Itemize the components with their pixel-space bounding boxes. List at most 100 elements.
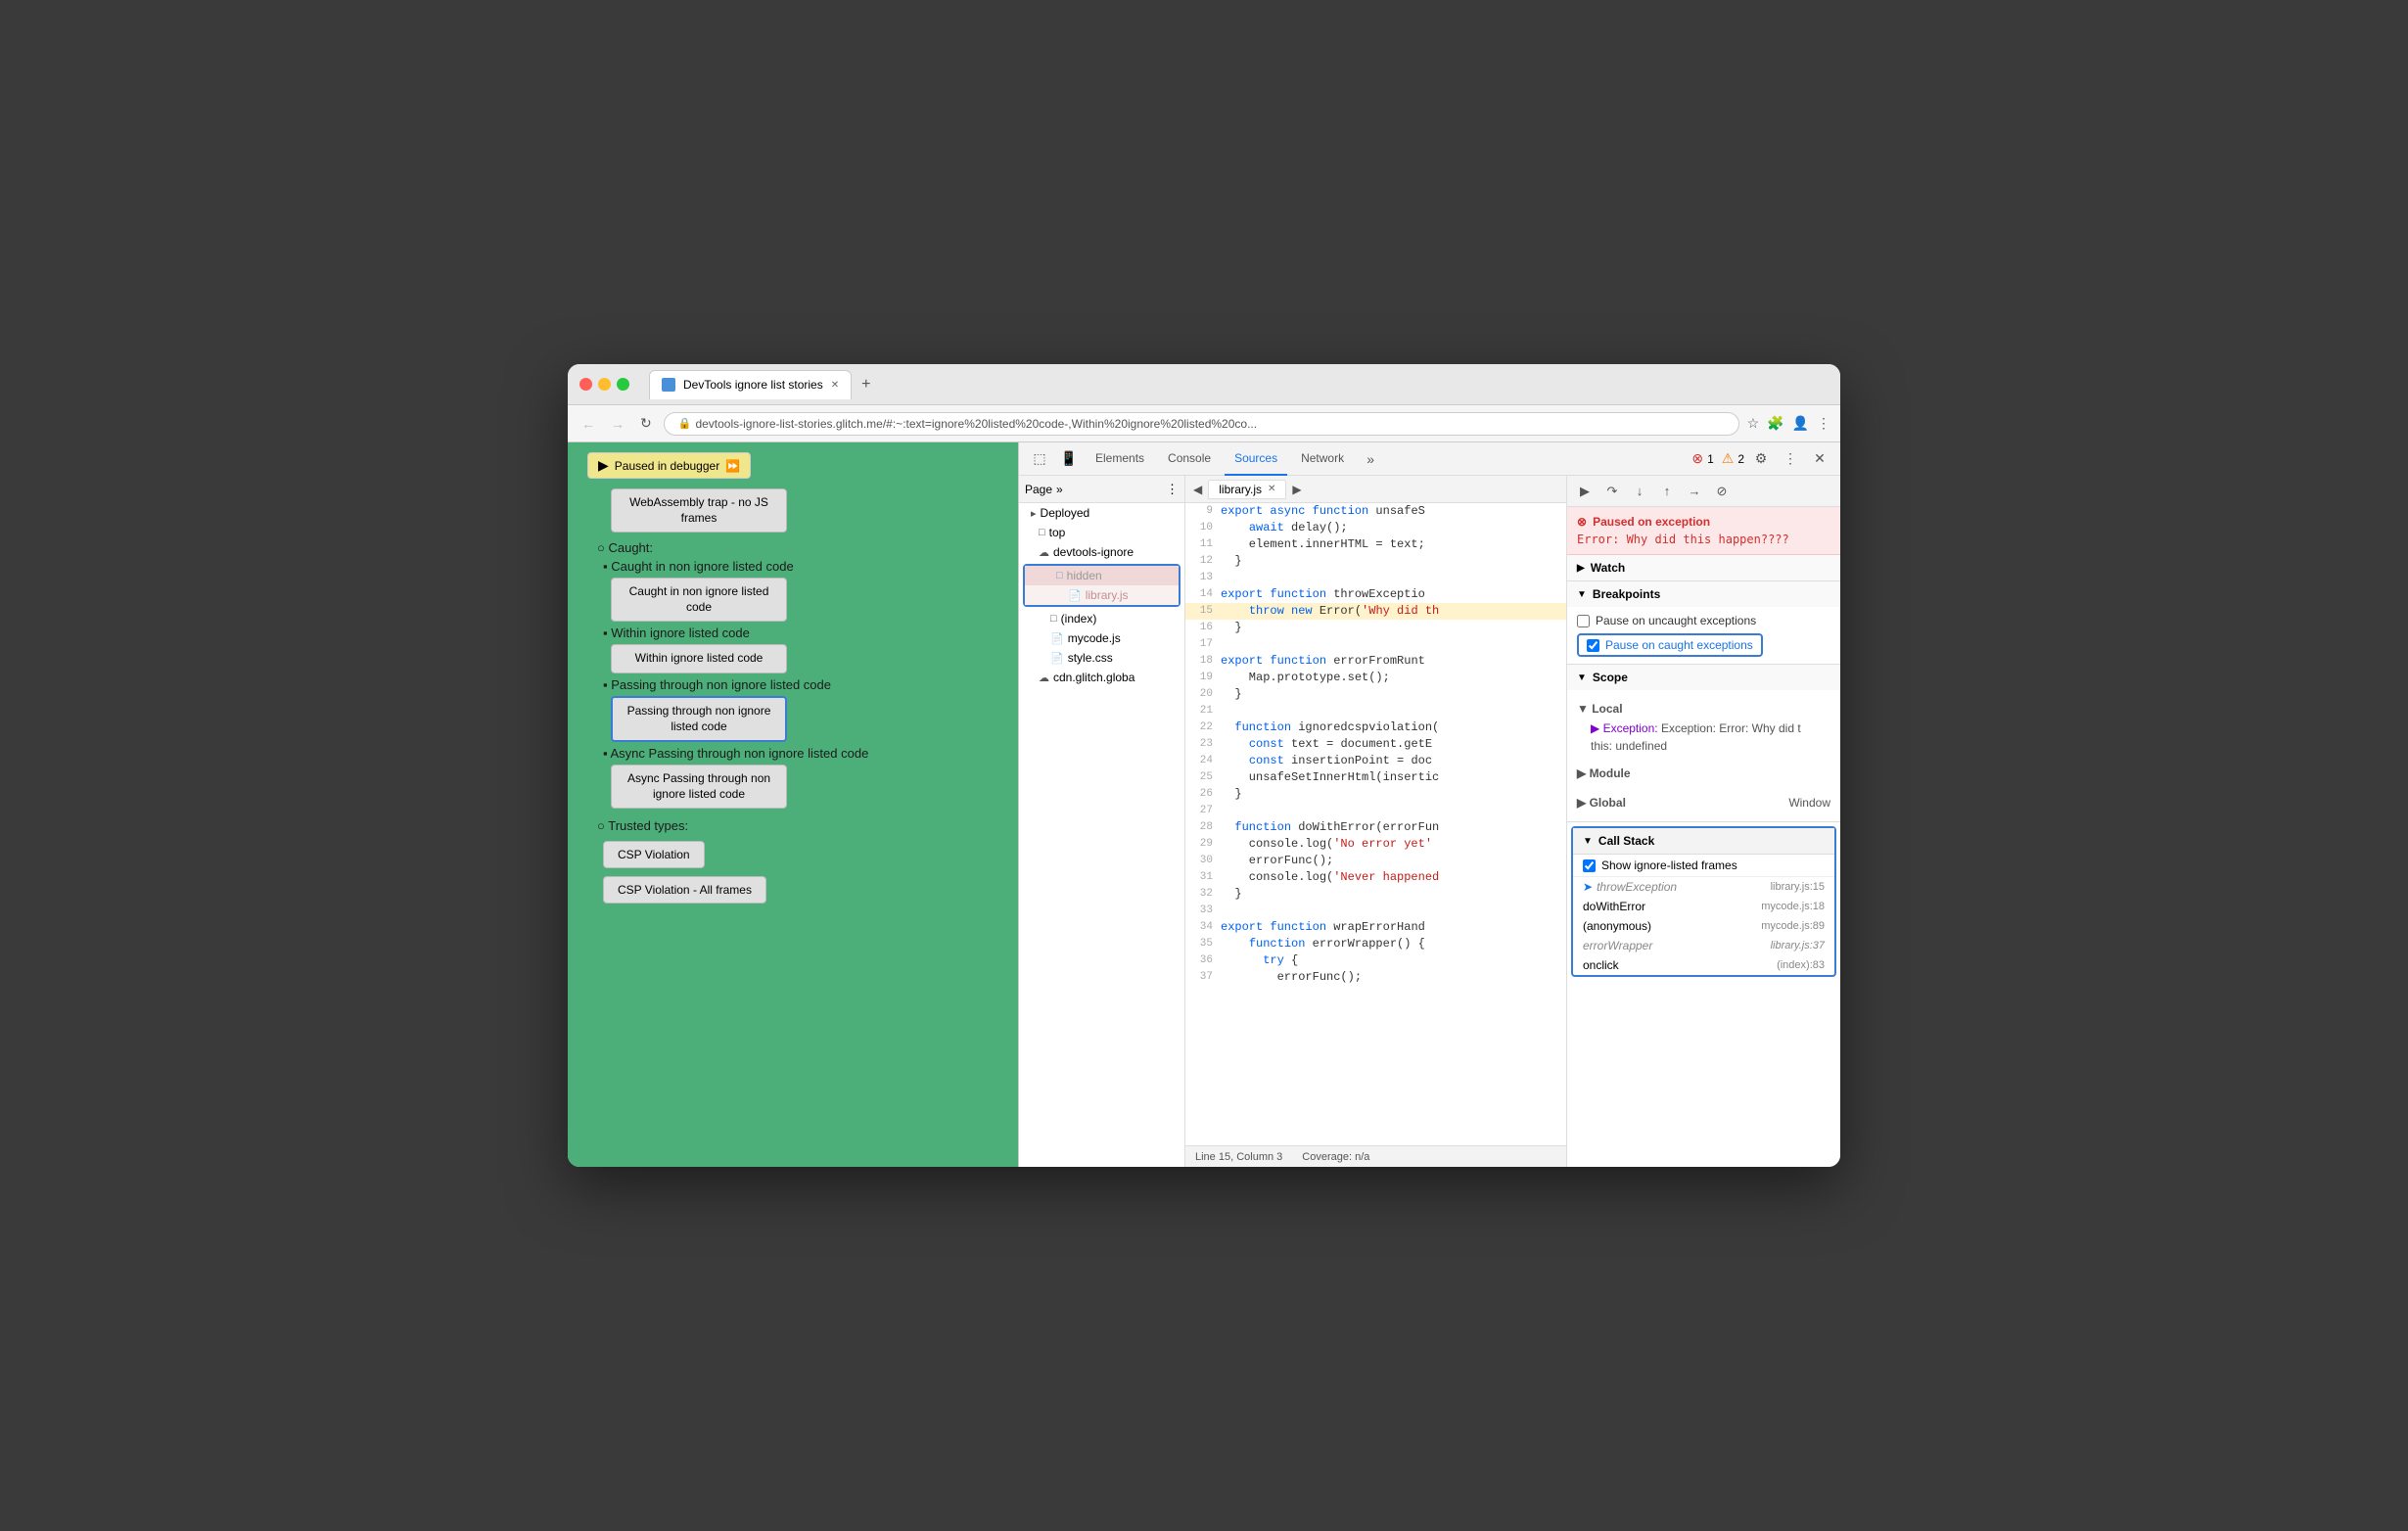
file-tree-toolbar: Page » ⋮ <box>1019 476 1184 503</box>
source-tab-close[interactable]: ✕ <box>1268 484 1275 494</box>
caught-sub-list: Caught in non ignore listed code <box>587 559 998 574</box>
cdn-label: cdn.glitch.globa <box>1053 671 1135 684</box>
webassembly-btn[interactable]: WebAssembly trap - no JS frames <box>611 488 787 533</box>
tab-bar: DevTools ignore list stories ✕ + <box>649 370 1829 399</box>
tab-close-button[interactable]: ✕ <box>831 380 839 391</box>
debug-toolbar: ▶ ↷ ↓ ↑ → ⊘ <box>1567 476 1840 507</box>
step-btn[interactable]: → <box>1683 480 1706 503</box>
deactivate-btn[interactable]: ⊘ <box>1710 480 1734 503</box>
passing-list: Passing through non ignore listed code <box>587 677 998 692</box>
source-nav-left[interactable]: ◀ <box>1189 483 1206 496</box>
step-out-btn[interactable]: ↑ <box>1655 480 1679 503</box>
breakpoints-header[interactable]: ▼ Breakpoints <box>1567 581 1840 607</box>
browser-window: DevTools ignore list stories ✕ + ← → ↻ 🔒… <box>568 364 1840 1167</box>
cs-frame-dowwitherror[interactable]: doWithError mycode.js:18 <box>1573 897 1834 916</box>
trusted-label-list: Trusted types: <box>587 818 998 833</box>
fast-forward-icon[interactable]: ⏩ <box>725 459 740 473</box>
async-passing-btn[interactable]: Async Passing through non ignore listed … <box>611 765 787 809</box>
resume-btn[interactable]: ▶ <box>1573 480 1597 503</box>
webassembly-section: WebAssembly trap - no JS frames <box>587 488 998 533</box>
file-tree-index[interactable]: □ (index) <box>1019 609 1184 628</box>
browser-toolbar: ☆ 🧩 👤 ⋮ <box>1747 415 1830 432</box>
file-tree-hidden[interactable]: □ hidden <box>1025 566 1179 585</box>
csp-violation-all-btn[interactable]: CSP Violation - All frames <box>603 876 766 904</box>
cs-frame-onclick[interactable]: onclick (index):83 <box>1573 955 1834 975</box>
minimize-button[interactable] <box>598 378 611 391</box>
cs-fn-errorwrapper: errorWrapper <box>1583 939 1652 952</box>
source-nav-right[interactable]: ▶ <box>1288 483 1305 496</box>
close-devtools-icon[interactable]: ✕ <box>1807 446 1832 472</box>
address-bar: ← → ↻ 🔒 devtools-ignore-list-stories.gli… <box>568 405 1840 442</box>
scope-this: this: undefined <box>1577 737 1830 755</box>
bookmark-icon[interactable]: ☆ <box>1747 415 1760 432</box>
step-into-btn[interactable]: ↓ <box>1628 480 1651 503</box>
code-line-11: 11 element.innerHTML = text; <box>1185 536 1566 553</box>
tab-network[interactable]: Network <box>1291 442 1354 476</box>
more-tabs-button[interactable]: » <box>1358 446 1383 472</box>
close-button[interactable] <box>579 378 592 391</box>
tab-elements[interactable]: Elements <box>1086 442 1154 476</box>
pause-caught-checkbox[interactable] <box>1587 639 1599 652</box>
caught-non-ignore-btn[interactable]: Caught in non ignore listed code <box>611 578 787 622</box>
breakpoints-body: Pause on uncaught exceptions Pause on ca… <box>1567 607 1840 664</box>
more-sources-icon[interactable]: » <box>1056 483 1063 496</box>
file-tree-cdn[interactable]: ☁ cdn.glitch.globa <box>1019 668 1184 687</box>
inspect-icon[interactable]: ⬚ <box>1027 446 1052 472</box>
tab-favicon <box>662 378 675 392</box>
cs-fn-throwexception: ➤throwException <box>1583 880 1677 894</box>
code-line-24: 24 const insertionPoint = doc <box>1185 753 1566 769</box>
csp-violation-btn[interactable]: CSP Violation <box>603 841 705 868</box>
refresh-button[interactable]: ↻ <box>636 415 656 432</box>
code-area[interactable]: 9 export async function unsafeS 10 await… <box>1185 503 1566 1145</box>
pause-uncaught-checkbox[interactable] <box>1577 615 1590 627</box>
scope-module-label[interactable]: ▶ Module <box>1577 766 1830 780</box>
more-options-icon[interactable]: ⋮ <box>1778 446 1803 472</box>
address-input[interactable]: 🔒 devtools-ignore-list-stories.glitch.me… <box>664 412 1739 436</box>
pause-caught-label: Pause on caught exceptions <box>1605 638 1753 652</box>
trusted-section: Trusted types: CSP Violation CSP Violati… <box>587 818 998 907</box>
profile-icon[interactable]: 👤 <box>1792 415 1809 432</box>
device-icon[interactable]: 📱 <box>1056 446 1082 472</box>
file-tree-libraryjs[interactable]: 📄 library.js <box>1025 585 1179 605</box>
back-button[interactable]: ← <box>578 416 599 432</box>
maximize-button[interactable] <box>617 378 629 391</box>
scope-local-label[interactable]: ▼ Local <box>1577 702 1830 716</box>
code-line-30: 30 errorFunc(); <box>1185 853 1566 869</box>
file-tree-mycode[interactable]: 📄 mycode.js <box>1019 628 1184 648</box>
cs-frame-anonymous[interactable]: (anonymous) mycode.js:89 <box>1573 916 1834 936</box>
scope-label: Scope <box>1593 671 1628 684</box>
new-file-icon[interactable]: ⋮ <box>1166 482 1179 497</box>
watch-header[interactable]: ▶ Watch <box>1567 555 1840 580</box>
extensions-icon[interactable]: 🧩 <box>1767 415 1783 432</box>
tab-console[interactable]: Console <box>1158 442 1221 476</box>
scope-global: ▶ Global Window <box>1567 788 1840 817</box>
watch-triangle: ▶ <box>1577 563 1585 574</box>
active-tab[interactable]: DevTools ignore list stories ✕ <box>649 370 852 399</box>
cs-frame-throwexception[interactable]: ➤throwException library.js:15 <box>1573 877 1834 897</box>
settings-icon[interactable]: ⚙ <box>1748 446 1774 472</box>
file-tree-devtools[interactable]: ☁ devtools-ignore <box>1019 542 1184 562</box>
scope-global-label[interactable]: ▶ Global Window <box>1577 796 1830 810</box>
step-over-btn[interactable]: ↷ <box>1600 480 1624 503</box>
page-tab[interactable]: Page <box>1025 483 1052 496</box>
file-tree-stylecss[interactable]: 📄 style.css <box>1019 648 1184 668</box>
folder-icon: □ <box>1039 527 1045 538</box>
file-tree-top[interactable]: □ top <box>1019 523 1184 542</box>
source-tab-label: library.js <box>1219 483 1262 496</box>
source-tab-library[interactable]: library.js ✕ <box>1208 480 1286 499</box>
tab-sources[interactable]: Sources <box>1225 442 1287 476</box>
forward-button[interactable]: → <box>607 416 628 432</box>
new-tab-button[interactable]: + <box>856 376 876 394</box>
code-line-20: 20 } <box>1185 686 1566 703</box>
show-ignored-checkbox[interactable] <box>1583 859 1596 872</box>
devtools-inner: Page » ⋮ ▸ Deployed □ top <box>1019 476 1840 1167</box>
cs-fn-anonymous: (anonymous) <box>1583 919 1651 933</box>
cs-frame-errorwrapper[interactable]: errorWrapper library.js:37 <box>1573 936 1834 955</box>
within-ignore-btn[interactable]: Within ignore listed code <box>611 644 787 673</box>
passing-through-btn[interactable]: Passing through non ignore listed code <box>611 696 787 742</box>
scope-header[interactable]: ▼ Scope <box>1567 665 1840 690</box>
menu-icon[interactable]: ⋮ <box>1817 415 1830 432</box>
cs-loc-anonymous: mycode.js:89 <box>1761 920 1825 932</box>
page-content: ▶ Paused in debugger ⏩ WebAssembly trap … <box>568 442 1018 1167</box>
callstack-header[interactable]: ▼ Call Stack <box>1573 828 1834 855</box>
